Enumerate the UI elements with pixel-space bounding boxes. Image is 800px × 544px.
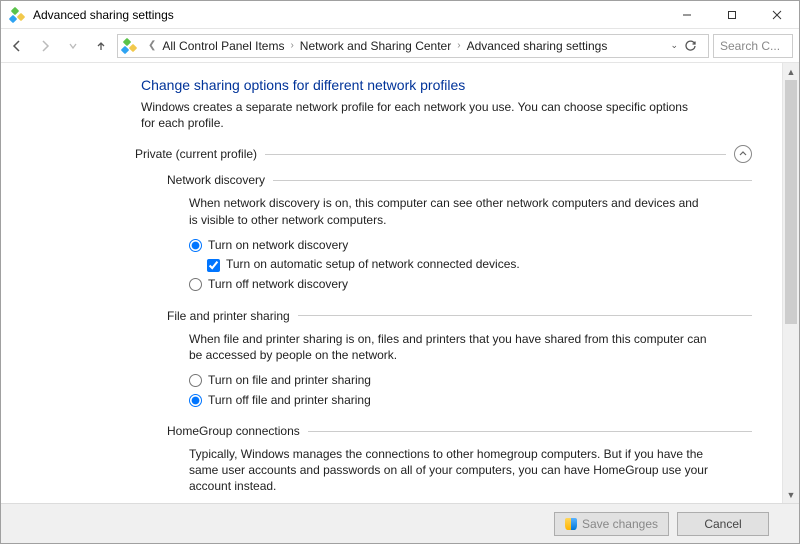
chevron-right-icon: ›: [457, 40, 460, 51]
checkbox-label: Turn on automatic setup of network conne…: [226, 257, 520, 273]
group-title: File and printer sharing: [167, 309, 290, 323]
footer-bar: Save changes Cancel: [1, 503, 799, 543]
divider: [298, 315, 752, 316]
window-controls: [664, 1, 799, 28]
chevron-down-icon[interactable]: ⌄: [670, 40, 678, 51]
collapse-icon[interactable]: [734, 145, 752, 163]
cancel-button[interactable]: Cancel: [677, 512, 769, 536]
checkbox-input[interactable]: [207, 259, 220, 272]
group-homegroup: HomeGroup connections Typically, Windows…: [167, 424, 752, 503]
group-description: When file and printer sharing is on, fil…: [189, 331, 709, 363]
scroll-up-arrow-icon[interactable]: ▲: [783, 63, 799, 80]
control-panel-icon: [7, 8, 27, 22]
breadcrumb[interactable]: All Control Panel Items: [162, 39, 284, 53]
window-title: Advanced sharing settings: [33, 8, 664, 22]
profile-label: Private (current profile): [135, 147, 257, 161]
radio-network-discovery-on[interactable]: Turn on network discovery: [189, 238, 752, 254]
group-title: HomeGroup connections: [167, 424, 300, 438]
content-area: Change sharing options for different net…: [1, 63, 799, 503]
radio-label: Turn on file and printer sharing: [208, 373, 371, 389]
radio-input[interactable]: [189, 239, 202, 252]
navigation-bar: ❮ All Control Panel Items › Network and …: [1, 29, 799, 63]
radio-fps-off[interactable]: Turn off file and printer sharing: [189, 393, 752, 409]
radio-input[interactable]: [189, 278, 202, 291]
uac-shield-icon: [565, 518, 577, 530]
divider: [265, 154, 726, 155]
up-button[interactable]: [89, 34, 113, 58]
maximize-button[interactable]: [709, 1, 754, 28]
group-file-printer-sharing: File and printer sharing When file and p…: [167, 309, 752, 409]
page-heading: Change sharing options for different net…: [141, 77, 752, 93]
chevron-right-icon: ›: [290, 40, 293, 51]
window-frame: Advanced sharing settings: [0, 0, 800, 544]
chevron-right-icon: ❮: [148, 40, 156, 51]
address-bar[interactable]: ❮ All Control Panel Items › Network and …: [117, 34, 709, 58]
group-description: Typically, Windows manages the connectio…: [189, 446, 709, 495]
group-network-discovery: Network discovery When network discovery…: [167, 173, 752, 292]
divider: [308, 431, 752, 432]
radio-fps-on[interactable]: Turn on file and printer sharing: [189, 373, 752, 389]
radio-label: Turn off network discovery: [208, 277, 348, 293]
vertical-scrollbar[interactable]: ▲ ▼: [782, 63, 799, 503]
radio-network-discovery-off[interactable]: Turn off network discovery: [189, 277, 752, 293]
breadcrumb[interactable]: Network and Sharing Center: [300, 39, 451, 53]
breadcrumb[interactable]: Advanced sharing settings: [467, 39, 608, 53]
scroll-down-arrow-icon[interactable]: ▼: [783, 486, 799, 503]
scrollbar-thumb[interactable]: [785, 80, 797, 324]
settings-panel: Change sharing options for different net…: [1, 63, 782, 503]
recent-locations-dropdown[interactable]: [61, 34, 85, 58]
save-changes-button[interactable]: Save changes: [554, 512, 669, 536]
page-intro: Windows creates a separate network profi…: [141, 99, 701, 131]
forward-button[interactable]: [33, 34, 57, 58]
radio-input[interactable]: [189, 394, 202, 407]
radio-input[interactable]: [189, 374, 202, 387]
group-description: When network discovery is on, this compu…: [189, 195, 709, 227]
checkbox-auto-setup[interactable]: Turn on automatic setup of network conne…: [207, 257, 752, 273]
button-label: Save changes: [582, 517, 658, 531]
radio-label: Turn on network discovery: [208, 238, 348, 254]
profile-header-private[interactable]: Private (current profile): [135, 145, 752, 163]
close-button[interactable]: [754, 1, 799, 28]
radio-label: Turn off file and printer sharing: [208, 393, 371, 409]
divider: [273, 180, 752, 181]
group-title: Network discovery: [167, 173, 265, 187]
search-input[interactable]: Search C...: [713, 34, 793, 58]
back-button[interactable]: [5, 34, 29, 58]
button-label: Cancel: [704, 517, 741, 531]
control-panel-icon: [122, 39, 136, 53]
refresh-button[interactable]: [684, 39, 704, 52]
titlebar: Advanced sharing settings: [1, 1, 799, 29]
scrollbar-track[interactable]: [783, 80, 799, 486]
search-placeholder: Search C...: [720, 39, 780, 53]
minimize-button[interactable]: [664, 1, 709, 28]
